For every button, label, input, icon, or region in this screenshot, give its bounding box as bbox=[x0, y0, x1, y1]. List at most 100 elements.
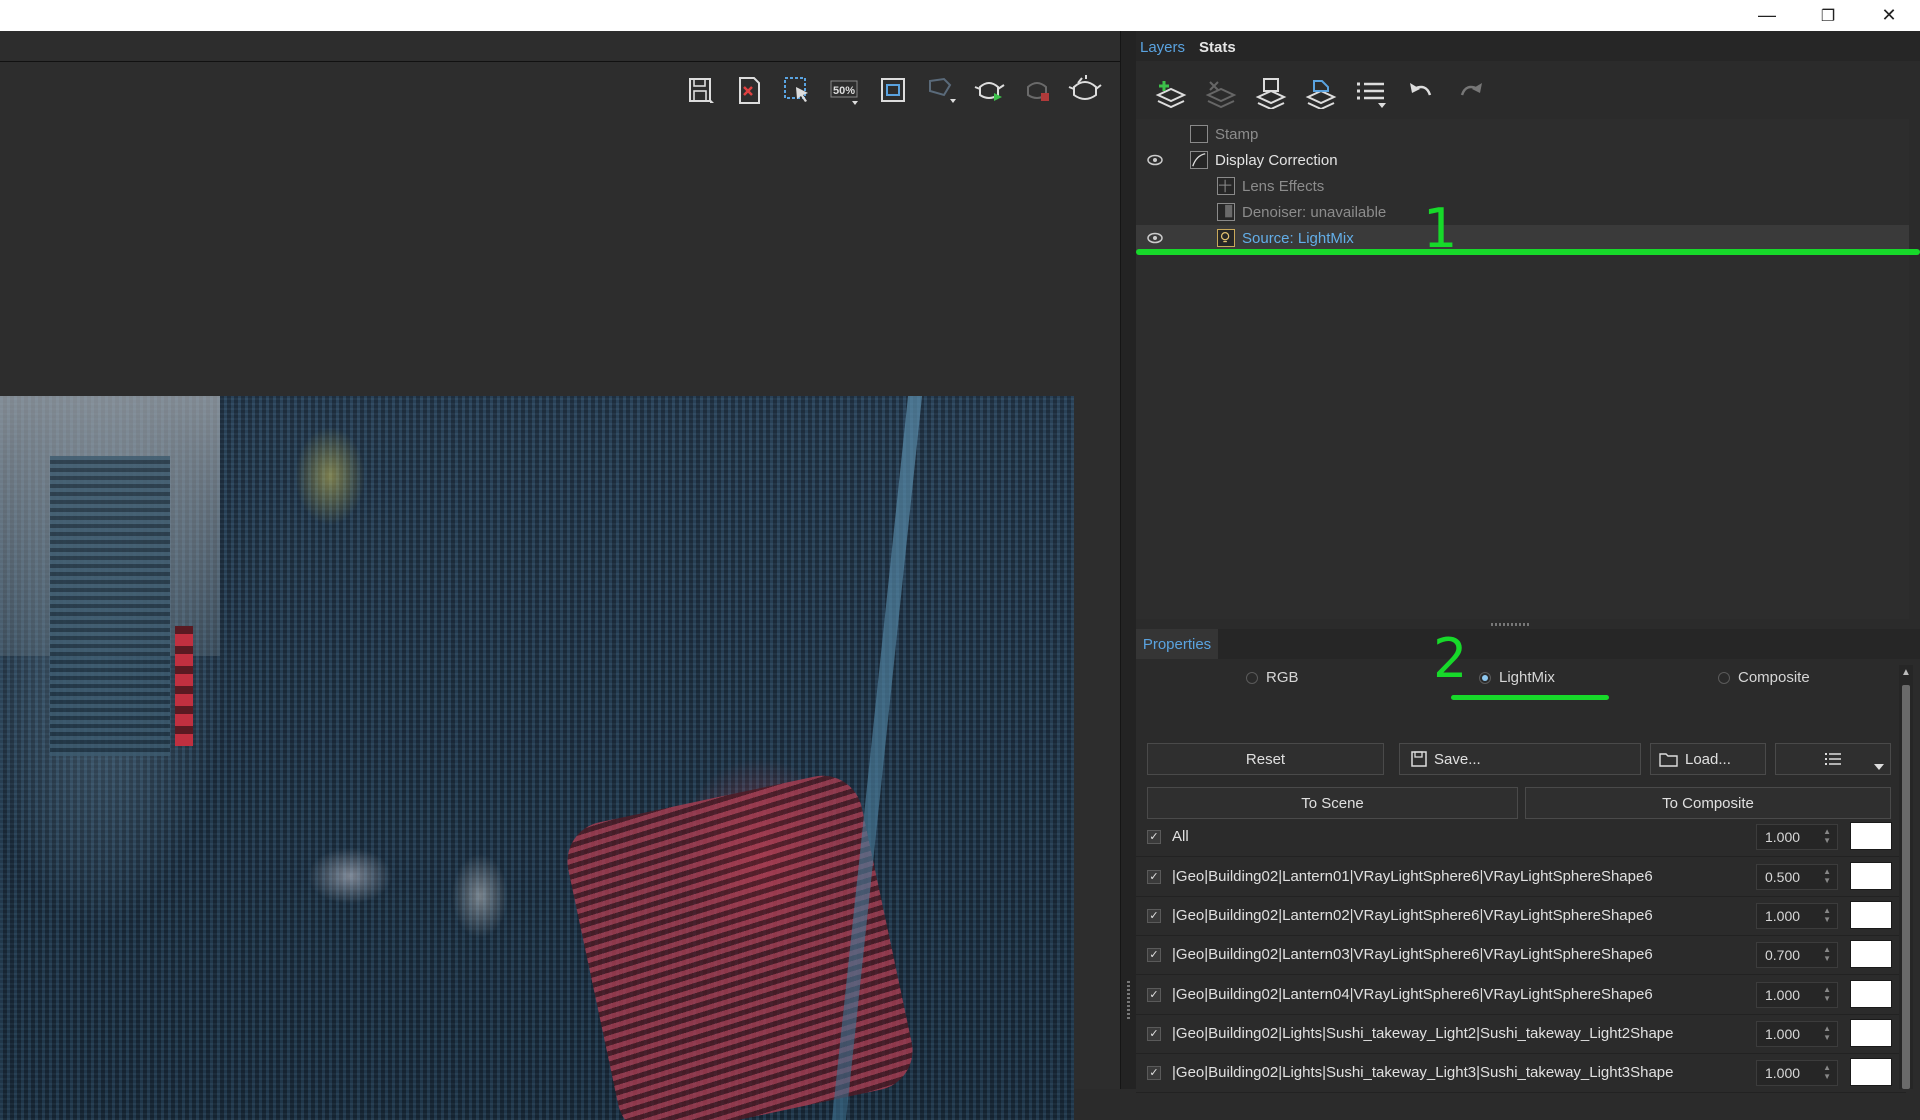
zoom-label: 50% bbox=[833, 85, 855, 97]
light-intensity-input[interactable]: 1.000 ▲ ▼ bbox=[1756, 903, 1838, 929]
layer-presets-button[interactable] bbox=[1348, 75, 1394, 111]
spinner-arrows-icon[interactable]: ▲ ▼ bbox=[1823, 906, 1831, 924]
light-intensity-value: 0.500 bbox=[1765, 869, 1801, 885]
light-intensity-value: 1.000 bbox=[1765, 829, 1801, 845]
light-row[interactable]: ✓ All 1.000 ▲ ▼ bbox=[1136, 818, 1906, 857]
layer-row-denoiser[interactable]: Denoiser: unavailable bbox=[1136, 199, 1909, 225]
light-checkbox[interactable]: ✓ bbox=[1147, 909, 1161, 923]
eye-icon[interactable] bbox=[1146, 232, 1164, 244]
properties-scrollbar[interactable]: ▲ bbox=[1899, 665, 1913, 1089]
layers-tree: Stamp Display Correction Lens Effects De… bbox=[1136, 119, 1909, 619]
minimize-icon: — bbox=[1758, 5, 1776, 25]
scroll-up-icon[interactable]: ▲ bbox=[1901, 667, 1911, 678]
layer-label: Source: LightMix bbox=[1242, 229, 1354, 247]
light-name: |Geo|Building02|Lantern02|VRayLightSpher… bbox=[1172, 907, 1653, 924]
save-layers-button[interactable] bbox=[1248, 75, 1294, 111]
light-intensity-value: 1.000 bbox=[1765, 987, 1801, 1003]
light-color-swatch[interactable] bbox=[1850, 822, 1892, 850]
light-row[interactable]: ✓ |Geo|Building02|Lantern02|VRayLightSph… bbox=[1136, 897, 1906, 936]
clear-image-button[interactable] bbox=[728, 72, 770, 108]
reset-button[interactable]: Reset bbox=[1147, 743, 1384, 775]
save-preset-button[interactable]: Save... bbox=[1399, 743, 1641, 775]
tab-properties[interactable]: Properties bbox=[1136, 629, 1218, 659]
annotation-underline-2 bbox=[1451, 695, 1609, 700]
light-name: |Geo|Building02|Lantern03|VRayLightSpher… bbox=[1172, 946, 1653, 963]
layers-toolbar bbox=[1148, 75, 1494, 111]
scrollbar-thumb[interactable] bbox=[1902, 685, 1910, 1089]
light-color-swatch[interactable] bbox=[1850, 980, 1892, 1008]
mode-lightmix-radio[interactable]: LightMix bbox=[1479, 669, 1555, 686]
light-color-swatch[interactable] bbox=[1850, 901, 1892, 929]
undo-button[interactable] bbox=[1398, 75, 1444, 111]
light-checkbox[interactable]: ✓ bbox=[1147, 1066, 1161, 1080]
panel-horizontal-splitter[interactable] bbox=[1136, 621, 1909, 629]
panel-splitter[interactable] bbox=[1120, 31, 1137, 1089]
region-render-button[interactable] bbox=[776, 72, 818, 108]
spinner-arrows-icon[interactable]: ▲ ▼ bbox=[1823, 827, 1831, 845]
light-intensity-input[interactable]: 1.000 ▲ ▼ bbox=[1756, 982, 1838, 1008]
light-checkbox[interactable]: ✓ bbox=[1147, 830, 1161, 844]
create-layer-button[interactable] bbox=[1148, 75, 1194, 111]
light-color-swatch[interactable] bbox=[1850, 940, 1892, 968]
light-row[interactable]: ✓ |Geo|Building02|Lantern03|VRayLightSph… bbox=[1136, 936, 1906, 975]
eye-icon[interactable] bbox=[1146, 154, 1164, 166]
light-checkbox[interactable]: ✓ bbox=[1147, 948, 1161, 962]
layer-row-lens-effects[interactable]: Lens Effects bbox=[1136, 173, 1909, 199]
vfb-toolbar: 50% bbox=[680, 72, 1106, 108]
layer-presets-icon bbox=[1357, 82, 1386, 108]
splitter-grip[interactable] bbox=[1127, 979, 1130, 1019]
light-intensity-input[interactable]: 1.000 ▲ ▼ bbox=[1756, 1021, 1838, 1047]
light-row[interactable]: ✓ |Geo|Building02|Lights|Sushi_takeway_L… bbox=[1136, 1015, 1906, 1054]
to-composite-button[interactable]: To Composite bbox=[1525, 787, 1891, 819]
lens-effects-icon bbox=[1217, 177, 1235, 195]
hsplitter-grip[interactable] bbox=[1491, 623, 1531, 626]
render-button[interactable] bbox=[968, 72, 1010, 108]
tab-layers[interactable]: Layers bbox=[1140, 39, 1185, 56]
light-intensity-input[interactable]: 0.500 ▲ ▼ bbox=[1756, 864, 1838, 890]
light-intensity-input[interactable]: 0.700 ▲ ▼ bbox=[1756, 942, 1838, 968]
delete-layer-button[interactable] bbox=[1198, 75, 1244, 111]
light-color-swatch[interactable] bbox=[1850, 862, 1892, 890]
render-last-button[interactable] bbox=[1064, 72, 1106, 108]
fit-view-button[interactable] bbox=[872, 72, 914, 108]
load-preset-button[interactable]: Load... bbox=[1650, 743, 1766, 775]
light-intensity-input[interactable]: 1.000 ▲ ▼ bbox=[1756, 824, 1838, 850]
light-checkbox[interactable]: ✓ bbox=[1147, 988, 1161, 1002]
create-layer-icon bbox=[1155, 81, 1187, 109]
layer-row-stamp[interactable]: Stamp bbox=[1136, 121, 1909, 147]
light-row[interactable]: ✓ |Geo|Building02|Lights|Sushi_takeway_L… bbox=[1136, 1054, 1906, 1093]
mode-rgb-radio[interactable]: RGB bbox=[1246, 669, 1299, 686]
light-checkbox[interactable]: ✓ bbox=[1147, 870, 1161, 884]
stamp-icon bbox=[1190, 125, 1208, 143]
redo-button[interactable] bbox=[1448, 75, 1494, 111]
restore-button[interactable]: ❐ bbox=[1797, 0, 1859, 31]
spinner-arrows-icon[interactable]: ▲ ▼ bbox=[1823, 867, 1831, 885]
render-red-sign bbox=[175, 626, 193, 746]
track-mouse-button[interactable] bbox=[920, 72, 962, 108]
light-intensity-input[interactable]: 1.000 ▲ ▼ bbox=[1756, 1060, 1838, 1086]
minimize-button[interactable]: — bbox=[1736, 0, 1798, 31]
light-checkbox[interactable]: ✓ bbox=[1147, 1027, 1161, 1041]
spinner-arrows-icon[interactable]: ▲ ▼ bbox=[1823, 1063, 1831, 1081]
delete-layer-icon bbox=[1205, 81, 1237, 109]
spinner-arrows-icon[interactable]: ▲ ▼ bbox=[1823, 1024, 1831, 1042]
layer-row-display-correction[interactable]: Display Correction bbox=[1136, 147, 1909, 173]
light-row[interactable]: ✓ |Geo|Building02|Lantern01|VRayLightSph… bbox=[1136, 858, 1906, 897]
stop-render-button[interactable] bbox=[1016, 72, 1058, 108]
close-window-button[interactable]: ✕ bbox=[1858, 0, 1920, 31]
zoom-50-button[interactable]: 50% bbox=[824, 72, 866, 108]
light-color-swatch[interactable] bbox=[1850, 1058, 1892, 1086]
mode-composite-radio[interactable]: Composite bbox=[1718, 669, 1810, 686]
spinner-arrows-icon[interactable]: ▲ ▼ bbox=[1823, 985, 1831, 1003]
tab-stats[interactable]: Stats bbox=[1199, 39, 1236, 56]
to-scene-button[interactable]: To Scene bbox=[1147, 787, 1518, 819]
light-color-swatch[interactable] bbox=[1850, 1019, 1892, 1047]
spinner-arrows-icon[interactable]: ▲ ▼ bbox=[1823, 945, 1831, 963]
save-image-button[interactable] bbox=[680, 72, 722, 108]
load-layers-button[interactable] bbox=[1298, 75, 1344, 111]
light-row[interactable]: ✓ |Geo|Building02|Lantern04|VRayLightSph… bbox=[1136, 976, 1906, 1015]
lightmix-options-button[interactable] bbox=[1775, 743, 1891, 775]
save-image-icon bbox=[689, 78, 714, 103]
denoiser-icon bbox=[1217, 203, 1235, 221]
layer-row-source-lightmix[interactable]: Source: LightMix bbox=[1136, 225, 1909, 251]
